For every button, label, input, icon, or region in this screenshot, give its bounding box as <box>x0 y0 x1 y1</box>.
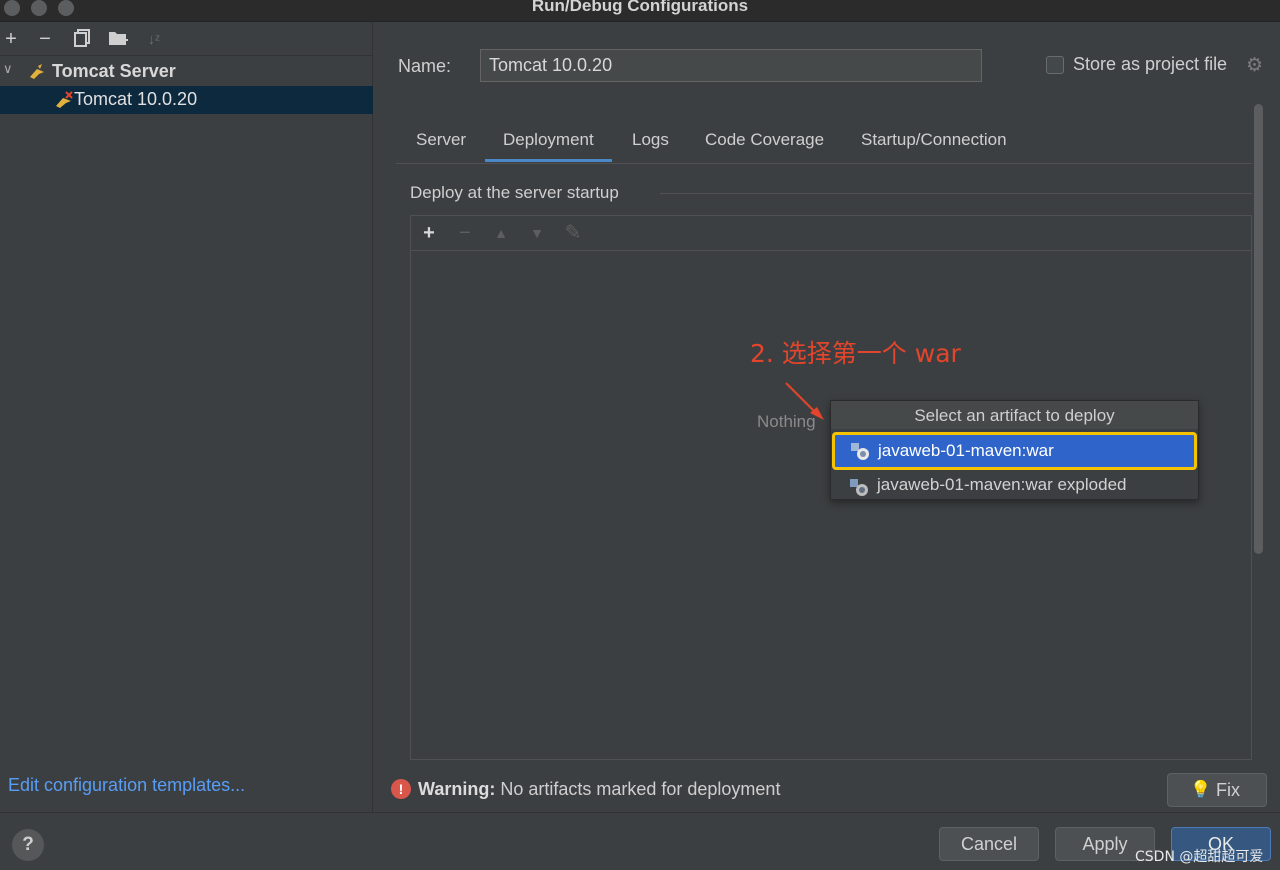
warning-icon: ! <box>391 779 411 799</box>
tomcat-icon <box>28 63 46 81</box>
name-input[interactable] <box>480 49 982 82</box>
annotation-text: 2. 选择第一个 war <box>750 339 961 368</box>
section-divider <box>660 193 1252 194</box>
artifact-icon <box>849 441 871 461</box>
move-up-icon[interactable]: ▲ <box>490 222 512 244</box>
tab-code-coverage[interactable]: Code Coverage <box>687 130 842 162</box>
gear-icon[interactable]: ⚙ <box>1246 56 1266 76</box>
fix-button[interactable]: 💡 Fix <box>1167 773 1267 807</box>
tab-bar: Server Deployment Logs Code Coverage Sta… <box>396 120 1252 164</box>
configuration-editor: Name: Store as project file ⚙ Server Dep… <box>374 22 1280 812</box>
warning-text: No artifacts marked for deployment <box>495 779 781 799</box>
tree-item-tomcat-config[interactable]: Tomcat 10.0.20 <box>0 86 373 114</box>
artifact-icon <box>848 477 870 497</box>
edit-pencil-icon[interactable]: ✎ <box>562 222 584 244</box>
copy-icon[interactable] <box>71 28 93 50</box>
remove-artifact-icon[interactable]: − <box>454 222 476 244</box>
window-title: Run/Debug Configurations <box>531 0 749 15</box>
tree-group-tomcat-server[interactable]: ∨ Tomcat Server <box>0 58 373 86</box>
warning-label: Warning: <box>418 779 496 799</box>
tab-server[interactable]: Server <box>398 130 484 162</box>
name-label: Name: <box>398 56 452 76</box>
warning-message: Warning: No artifacts marked for deploym… <box>418 779 780 800</box>
popup-item-war[interactable]: javaweb-01-maven:war <box>832 432 1197 470</box>
cancel-button[interactable]: Cancel <box>939 827 1039 861</box>
add-artifact-icon[interactable]: + <box>418 222 440 244</box>
move-down-icon[interactable]: ▼ <box>526 222 548 244</box>
popup-title: Select an artifact to deploy <box>831 401 1198 429</box>
tomcat-config-icon <box>54 90 74 110</box>
configurations-sidebar: + − ↓ᶻ ∨ Tomcat Server Tomcat 10.0.20 Ed… <box>0 22 373 812</box>
title-bar: Run/Debug Configurations <box>0 0 1280 22</box>
lightbulb-icon: 💡 <box>1190 780 1212 799</box>
tree-item-label: Tomcat 10.0.20 <box>74 89 198 109</box>
store-as-project-file-label: Store as project file <box>1073 54 1228 74</box>
deployment-toolbar: + − ▲ ▼ ✎ <box>411 216 1251 251</box>
popup-item-war-exploded[interactable]: javaweb-01-maven:war exploded <box>831 471 1198 499</box>
popup-item-label: javaweb-01-maven:war <box>878 441 1054 460</box>
new-folder-icon[interactable] <box>107 28 129 50</box>
annotation-arrow-icon <box>785 382 824 420</box>
artifact-popup: Select an artifact to deploy javaweb-01-… <box>830 400 1199 500</box>
add-icon[interactable]: + <box>0 28 22 50</box>
tree-group-label: Tomcat Server <box>52 61 176 81</box>
chevron-down-icon[interactable]: ∨ <box>3 61 15 81</box>
vertical-scrollbar[interactable] <box>1254 104 1263 554</box>
edit-configuration-templates-link[interactable]: Edit configuration templates... <box>8 775 245 796</box>
remove-icon[interactable]: − <box>34 28 56 50</box>
deploy-section-title: Deploy at the server startup <box>410 183 619 202</box>
tab-logs[interactable]: Logs <box>614 130 687 162</box>
tab-deployment[interactable]: Deployment <box>485 130 612 162</box>
help-button[interactable]: ? <box>12 829 44 861</box>
fix-button-label: Fix <box>1216 780 1240 800</box>
dialog-button-bar: ? Cancel Apply OK <box>0 812 1280 870</box>
sidebar-toolbar: + − ↓ᶻ <box>0 22 373 56</box>
watermark-text: CSDN @超甜超可爱 <box>1135 849 1264 865</box>
popup-item-label: javaweb-01-maven:war exploded <box>877 475 1127 494</box>
sort-icon[interactable]: ↓ᶻ <box>143 28 165 50</box>
store-as-project-file-checkbox[interactable] <box>1046 56 1064 74</box>
tab-startup-connection[interactable]: Startup/Connection <box>843 130 1025 162</box>
